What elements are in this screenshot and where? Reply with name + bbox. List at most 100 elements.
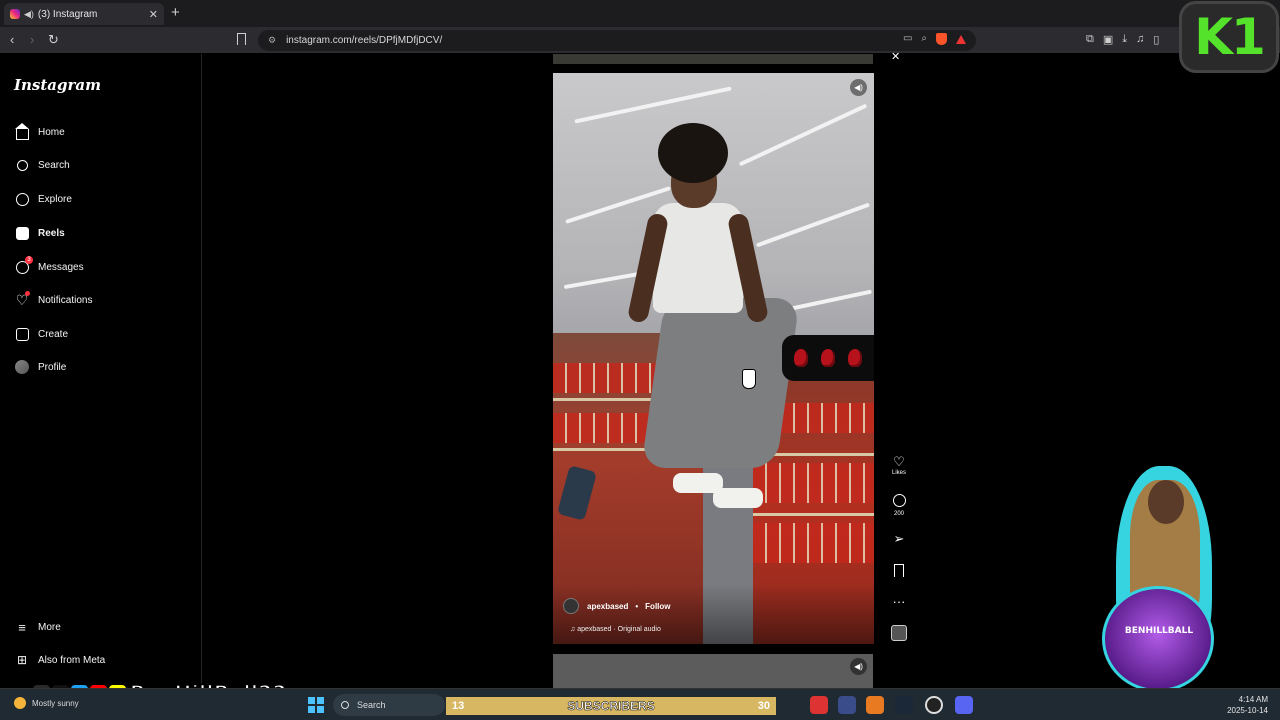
download-icon[interactable]: ⤓ — [1122, 33, 1127, 46]
sidebar-toggle-icon[interactable]: ▯ — [1153, 33, 1159, 46]
weather-widget[interactable]: Mostly sunny — [14, 697, 79, 709]
zoom-icon[interactable]: ⌕ — [921, 33, 927, 45]
site-settings-icon[interactable]: ⚙ — [268, 35, 276, 46]
sidebar-item-search[interactable]: Search — [14, 157, 70, 173]
audio-thumbnail[interactable] — [885, 625, 913, 646]
send-icon: ➢ — [893, 531, 905, 546]
app-icon[interactable] — [838, 696, 856, 714]
instagram-sidebar: Instagram Home Search Explore Reels 3 Me… — [0, 54, 202, 688]
extensions-icon[interactable]: ⧉ — [1086, 33, 1094, 46]
forward-icon[interactable]: › — [30, 32, 34, 47]
likes-label: Likes — [891, 470, 906, 476]
webcam-emblem — [1102, 586, 1214, 692]
browser-toolbar: ‹ › ↻ ⚙ instagram.com/reels/DPfjMDfjDCV/… — [0, 27, 1280, 54]
sidebar-item-explore[interactable]: Explore — [14, 191, 72, 207]
start-button[interactable] — [308, 697, 324, 713]
heart-icon: ♡ — [893, 454, 905, 469]
search-icon — [341, 701, 349, 709]
weather-text: Mostly sunny — [32, 698, 79, 708]
brave-rewards-icon[interactable] — [956, 35, 966, 44]
discord-icon[interactable] — [955, 696, 973, 714]
subscriber-goal: 30 — [757, 700, 770, 712]
url-text: instagram.com/reels/DPfjMDfjDCV/ — [286, 35, 443, 46]
tab-search-icon[interactable]: ▣ — [1103, 33, 1113, 46]
obs-icon[interactable] — [925, 696, 943, 714]
speaker-icon[interactable]: ◀) — [24, 9, 34, 20]
next-reel-preview[interactable]: ◀) — [553, 654, 873, 688]
windows-taskbar: Mostly sunny Search 13 SUBSCRIBERS 30 4:… — [0, 688, 1280, 720]
steam-icon[interactable] — [895, 696, 913, 714]
sidebar-item-reels[interactable]: Reels — [14, 225, 65, 241]
browser-tab-bar: ◀) (3) Instagram ✕ + — [0, 0, 1280, 27]
follow-button[interactable]: Follow — [645, 602, 670, 611]
grid-icon: ⊞ — [16, 653, 28, 667]
previous-reel-preview[interactable] — [553, 54, 873, 64]
like-button[interactable]: ♡ Likes — [885, 454, 913, 477]
audio-text: apexbased · Original audio — [577, 626, 661, 633]
comment-count: 200 — [893, 511, 904, 517]
brave-shields-icon[interactable] — [936, 33, 947, 45]
sidebar-item-label: Profile — [38, 361, 67, 373]
taskbar-search[interactable]: Search — [333, 694, 445, 716]
browser-tab[interactable]: ◀) (3) Instagram ✕ — [4, 3, 164, 25]
tab-title: (3) Instagram — [37, 8, 98, 20]
more-icon: ··· — [892, 594, 906, 609]
channel-logo: K1 — [1182, 4, 1276, 70]
media-icon[interactable]: ♫ — [1136, 33, 1144, 46]
instagram-logo[interactable]: Instagram — [14, 76, 101, 94]
sidebar-item-more[interactable]: ≡ More — [14, 619, 61, 635]
sidebar-item-messages[interactable]: 3 Messages — [14, 256, 84, 275]
share-button[interactable]: ➢ — [885, 532, 913, 546]
reels-icon — [14, 225, 30, 241]
sidebar-item-label: More — [38, 621, 61, 633]
app-icon[interactable] — [866, 696, 884, 714]
sidebar-item-profile[interactable]: Profile — [14, 359, 66, 375]
instagram-favicon-icon — [10, 9, 20, 19]
sun-icon — [14, 697, 26, 709]
comment-button[interactable]: 200 — [885, 494, 913, 517]
avatar — [14, 359, 30, 375]
rose-sticker — [782, 335, 874, 381]
volume-icon[interactable]: ◀) — [850, 658, 867, 675]
messages-badge: 3 — [25, 256, 33, 264]
author-username[interactable]: apexbased — [587, 602, 628, 611]
sidebar-item-label: Notifications — [38, 294, 93, 306]
messenger-icon: 3 — [14, 256, 33, 275]
cast-icon[interactable]: ▭ — [903, 33, 912, 45]
volume-icon[interactable]: ◀) — [850, 79, 867, 96]
sidebar-item-create[interactable]: Create — [14, 326, 68, 342]
sidebar-item-label: Messages — [38, 261, 84, 273]
subscriber-goal-bar: 13 SUBSCRIBERS 30 — [446, 697, 776, 715]
close-tab-icon[interactable]: ✕ — [149, 8, 158, 21]
sidebar-item-label: Create — [38, 328, 69, 340]
webcam-overlay: BENHILLBALL — [1096, 466, 1220, 694]
close-icon[interactable]: ✕ — [891, 50, 900, 63]
reload-icon[interactable]: ↻ — [48, 32, 59, 48]
clock-date: 2025-10-14 — [1227, 706, 1268, 715]
sidebar-item-also-from-meta[interactable]: ⊞ Also from Meta — [14, 652, 105, 668]
menu-icon: ≡ — [18, 619, 26, 635]
hand-cursor-icon — [742, 369, 756, 389]
home-icon — [14, 122, 30, 140]
sidebar-item-notifications[interactable]: ♡ Notifications — [14, 291, 93, 308]
more-options-button[interactable]: ··· — [885, 595, 913, 609]
system-clock[interactable]: 4:14 AM 2025-10-14 — [1208, 694, 1268, 716]
reel-video[interactable]: ◀) apexbased • Follow ♫ apexbased · Orig… — [553, 73, 874, 644]
taskbar-search-label: Search — [357, 700, 386, 710]
address-bar[interactable]: ⚙ instagram.com/reels/DPfjMDfjDCV/ ▭ ⌕ — [258, 30, 976, 51]
audio-label[interactable]: ♫ apexbased · Original audio — [570, 626, 661, 633]
heart-icon: ♡ — [15, 291, 30, 308]
author-avatar[interactable] — [563, 598, 579, 614]
logo-text: K1 — [1194, 8, 1266, 66]
audio-cover-icon — [891, 625, 907, 641]
back-icon[interactable]: ‹ — [10, 32, 14, 47]
sidebar-item-label: Reels — [38, 227, 65, 239]
clock-time: 4:14 AM — [1238, 695, 1268, 704]
bookmark-page-icon[interactable] — [237, 33, 246, 45]
app-icon[interactable] — [810, 696, 828, 714]
comment-icon — [885, 494, 913, 510]
save-button[interactable] — [885, 564, 913, 580]
reel-author: apexbased • Follow — [563, 598, 671, 614]
sidebar-item-home[interactable]: Home — [14, 122, 65, 140]
new-tab-button[interactable]: + — [171, 4, 180, 21]
